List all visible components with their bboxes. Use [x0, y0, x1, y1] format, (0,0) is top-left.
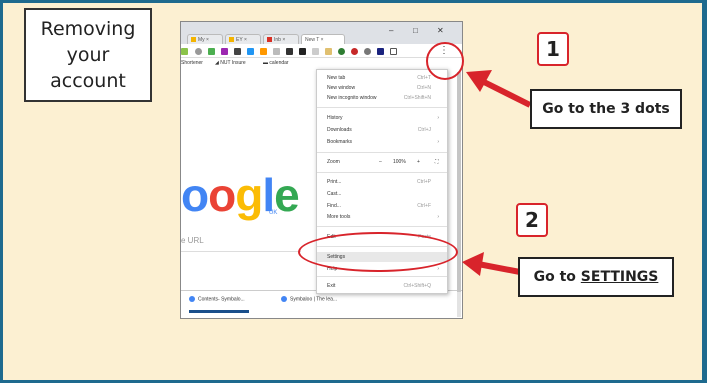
- title-line: account: [50, 70, 126, 92]
- menu-item-exit[interactable]: Exit Ctrl+Shift+Q: [327, 282, 441, 290]
- close-icon[interactable]: ✕: [437, 26, 444, 35]
- extension-icon[interactable]: [377, 48, 384, 55]
- scrollbar-thumb[interactable]: [457, 72, 461, 292]
- menu-item-bookmarks[interactable]: Bookmarks ›: [327, 138, 441, 146]
- extension-icon[interactable]: [312, 48, 319, 55]
- extension-icon[interactable]: [260, 48, 267, 55]
- bottom-tab[interactable]: Contents- Symbalo...: [189, 296, 245, 302]
- bottom-tab[interactable]: Symbaloo | The lea...: [281, 296, 337, 302]
- extension-icon[interactable]: [286, 48, 293, 55]
- extension-icon[interactable]: [181, 48, 188, 55]
- google-logo: oogle: [181, 169, 300, 221]
- extension-icon[interactable]: [338, 48, 345, 55]
- menu-item-downloads[interactable]: Downloads Ctrl+J: [327, 126, 441, 134]
- zoom-out-button[interactable]: –: [379, 158, 382, 166]
- minimize-icon[interactable]: –: [389, 26, 393, 35]
- extension-icon[interactable]: [325, 48, 332, 55]
- toolbar: ⋮: [181, 44, 462, 58]
- menu-item-cast[interactable]: Cast...: [327, 190, 441, 198]
- menu-divider: [317, 107, 447, 108]
- menu-item-incognito[interactable]: New incognito window Ctrl+Shift+N: [327, 94, 441, 102]
- bookmark-item[interactable]: ▬ calendar: [263, 60, 289, 66]
- extension-icon[interactable]: [364, 48, 371, 55]
- menu-divider: [317, 226, 447, 227]
- highlight-ellipse-settings: [298, 232, 458, 272]
- menu-divider: [317, 152, 447, 153]
- extension-icon[interactable]: [247, 48, 254, 55]
- menu-item-zoom: Zoom – 100% + ⛶: [327, 158, 439, 166]
- highlight-circle-dots: [426, 42, 464, 80]
- extension-icon[interactable]: [195, 48, 202, 55]
- bookmark-item[interactable]: Shortener: [181, 60, 203, 66]
- title-box: Removing your account: [24, 8, 152, 102]
- menu-item-new-window[interactable]: New window Ctrl+N: [327, 84, 441, 92]
- google-region: UK: [269, 210, 278, 216]
- extension-icon[interactable]: [234, 48, 241, 55]
- extension-icon[interactable]: [208, 48, 215, 55]
- menu-item-more-tools[interactable]: More tools ›: [327, 213, 441, 221]
- title-line: your: [66, 44, 110, 66]
- extension-icon[interactable]: [351, 48, 358, 55]
- extension-icon[interactable]: [221, 48, 228, 55]
- bottom-tab-strip: Contents- Symbalo... Symbaloo | The lea.…: [181, 290, 462, 318]
- bookmark-item[interactable]: ◢ NUT Insure: [215, 60, 246, 66]
- tab-favicon-icon: [189, 296, 195, 302]
- menu-item-new-tab[interactable]: New tab Ctrl+T: [327, 74, 441, 82]
- menu-divider: [317, 172, 447, 173]
- active-tab-indicator: [189, 310, 249, 313]
- step-number-badge: 1: [537, 32, 569, 66]
- fullscreen-icon[interactable]: ⛶: [435, 158, 439, 166]
- menu-item-history[interactable]: History ›: [327, 114, 441, 122]
- tab-bar: My × EY × Inb × New T × – □ ✕: [181, 22, 462, 45]
- step-callout: Go to SETTINGS: [518, 257, 674, 297]
- menu-item-print[interactable]: Print... Ctrl+P: [327, 178, 441, 186]
- zoom-value: 100%: [393, 159, 406, 165]
- extension-icon[interactable]: [390, 48, 397, 55]
- search-input[interactable]: e URL: [181, 236, 301, 252]
- step-number-badge: 2: [516, 203, 548, 237]
- menu-item-find[interactable]: Find... Ctrl+F: [327, 202, 441, 210]
- extension-icon[interactable]: [273, 48, 280, 55]
- step-callout: Go to the 3 dots: [530, 89, 682, 129]
- zoom-in-button[interactable]: +: [417, 158, 420, 166]
- maximize-icon[interactable]: □: [413, 26, 418, 35]
- browser-screenshot: My × EY × Inb × New T × – □ ✕ ⋮ Shortene…: [180, 21, 463, 319]
- tab-favicon-icon: [281, 296, 287, 302]
- bookmarks-bar: Shortener ◢ NUT Insure ▬ calendar: [181, 58, 462, 69]
- scrollbar[interactable]: [457, 72, 461, 317]
- menu-divider: [317, 276, 447, 277]
- title-line: Removing: [40, 18, 136, 40]
- extension-icon[interactable]: [299, 48, 306, 55]
